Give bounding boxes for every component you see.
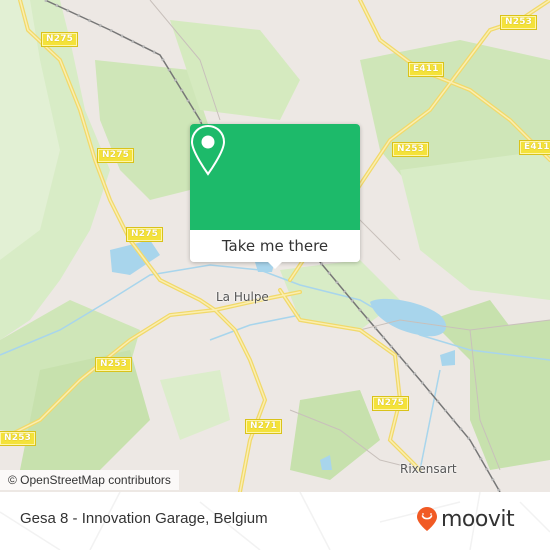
moovit-logo[interactable]: moovit <box>416 506 515 532</box>
map-pin-icon <box>190 124 226 176</box>
road-label-n275: N275 <box>371 396 410 411</box>
take-me-there-button[interactable]: Take me there <box>190 230 360 262</box>
moovit-wordmark: moovit <box>441 506 515 532</box>
location-popup: Take me there <box>190 124 360 269</box>
place-label-rixensart: Rixensart <box>400 462 457 476</box>
osm-attribution[interactable]: © OpenStreetMap contributors <box>0 470 179 490</box>
road-label-n253: N253 <box>94 357 133 372</box>
road-label-e411: E411 <box>519 140 550 155</box>
road-label-n275: N275 <box>40 32 79 47</box>
popup-header <box>190 124 360 230</box>
map-view[interactable]: N275 N275 N275 N253 N253 N253 N253 E411 … <box>0 0 550 492</box>
road-label-n275: N275 <box>125 227 164 242</box>
road-label-n275: N275 <box>96 148 135 163</box>
moovit-pin-icon <box>417 507 437 531</box>
road-label-n253: N253 <box>0 431 37 446</box>
popup-pointer <box>267 261 283 269</box>
place-label-la-hulpe: La Hulpe <box>216 290 269 304</box>
road-label-n253: N253 <box>391 142 430 157</box>
road-label-e411: E411 <box>408 62 444 77</box>
road-label-n271: N271 <box>244 419 283 434</box>
road-label-n253: N253 <box>499 15 538 30</box>
location-title: Gesa 8 - Innovation Garage, Belgium <box>20 510 268 527</box>
